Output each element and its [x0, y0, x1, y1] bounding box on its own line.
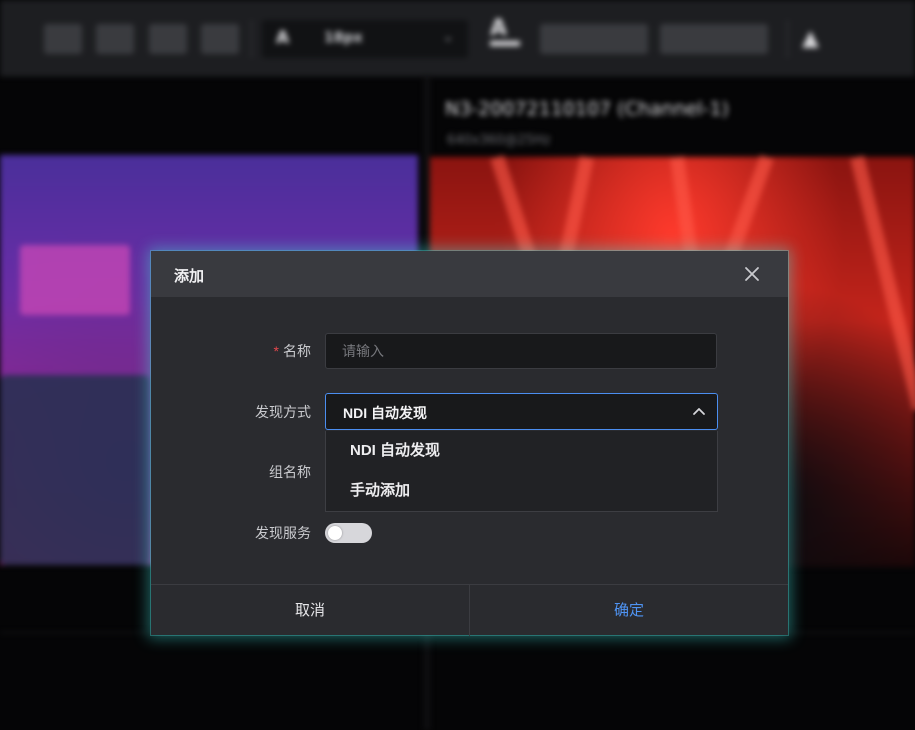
option-manual-add[interactable]: 手动添加 [326, 471, 717, 511]
dialog-footer: 取消 确定 [151, 584, 788, 636]
discovery-service-toggle[interactable] [325, 523, 372, 543]
name-label-text: 名称 [283, 343, 311, 359]
name-label: * 名称 [151, 341, 311, 361]
layout-pip-button[interactable] [149, 24, 187, 54]
font-size-select[interactable]: A 18px ⌄ [262, 20, 468, 58]
option-ndi-auto-discovery[interactable]: NDI 自动发现 [326, 431, 717, 471]
discovery-method-dropdown: NDI 自动发现 手动添加 [325, 431, 718, 512]
layout-single-button[interactable] [201, 24, 239, 54]
layout-grid-button[interactable] [44, 24, 82, 54]
toggle-knob [328, 526, 342, 540]
chevron-up-icon [693, 408, 705, 415]
screen: A 18px ⌄ A ▲ N3-20072110107 (Channel-1) … [0, 0, 915, 730]
warning-icon[interactable]: ▲ [802, 26, 819, 51]
text-color-icon[interactable]: A [490, 16, 520, 46]
layout-split-button[interactable] [96, 24, 134, 54]
dialog-header: 添加 [151, 251, 788, 297]
discovery-method-label: 发现方式 [255, 404, 311, 420]
discovery-method-value: NDI 自动发现 [343, 405, 427, 421]
position-button-group[interactable] [660, 24, 768, 54]
stream-resolution: 640x360@25Hz [447, 133, 551, 148]
discovery-method-select[interactable]: NDI 自动发现 [325, 393, 718, 430]
font-icon: A [276, 28, 290, 48]
chevron-down-icon: ⌄ [442, 29, 454, 45]
close-icon[interactable] [741, 263, 763, 285]
required-mark: * [273, 343, 279, 359]
toolbar-separator [787, 20, 788, 58]
cancel-button[interactable]: 取消 [151, 585, 469, 636]
stream-title: N3-20072110107 (Channel-1) [445, 98, 729, 120]
align-button-group[interactable] [540, 24, 648, 54]
dialog-title: 添加 [174, 268, 205, 285]
font-size-value: 18px [324, 30, 363, 46]
add-dialog: 添加 *名称 发现方式 NDI 自动发现 组名称 NDI 自动发现 [151, 251, 788, 636]
discovery-service-label: 发现服务 [255, 525, 311, 541]
toolbar: A 18px ⌄ A ▲ [0, 0, 915, 76]
toolbar-separator [251, 20, 252, 58]
group-name-label: 组名称 [269, 464, 311, 480]
name-input[interactable] [325, 333, 717, 369]
confirm-button[interactable]: 确定 [470, 585, 788, 636]
